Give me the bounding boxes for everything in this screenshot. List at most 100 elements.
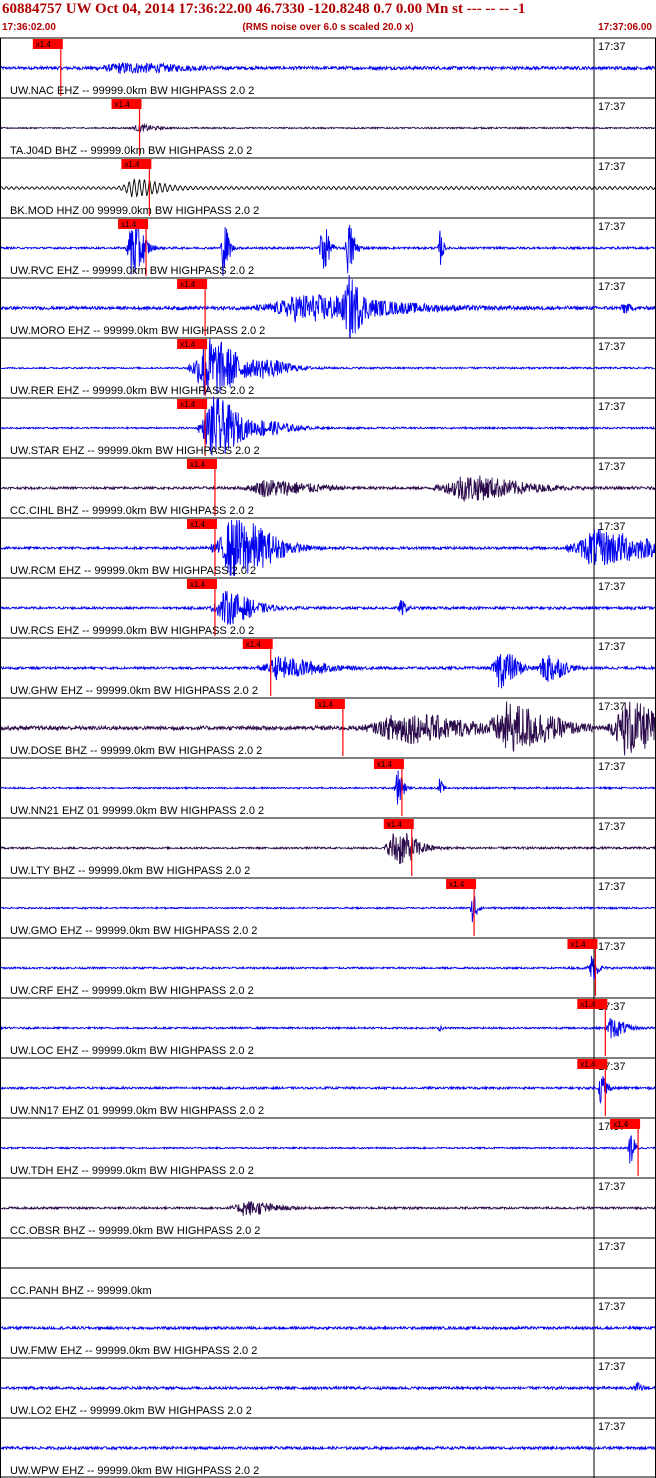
minute-tick-label: 17:37	[598, 521, 626, 533]
waveform	[0, 1018, 656, 1039]
trace-row: 17:37 x1.4 UW.CRF EHZ -- 99999.0km BW HIGH…	[0, 937, 656, 998]
waveform	[0, 177, 656, 199]
seismogram-plot: 17:37 x1.4 UW.NAC EHZ -- 99999.0km BW HIGH…	[0, 37, 656, 1478]
pick-label: x1.4	[387, 820, 403, 829]
trace-row: 17:37 x1.4 UW.RVC EHZ -- 99999.0km BW HIGH…	[0, 217, 656, 278]
trace-row: 17:37 x1.4 UW.NAC EHZ -- 99999.0km BW HIGH…	[0, 37, 656, 98]
trace-row: 17:37 x1.4 UW.LTY BHZ -- 99999.0km BW HIGH…	[0, 817, 656, 878]
pick-label: x1.4	[180, 400, 196, 409]
waveform	[0, 1381, 656, 1391]
pick-label: x1.4	[190, 580, 206, 589]
minute-tick-label: 17:37	[598, 341, 626, 353]
station-label: UW.RVC EHZ -- 99999.0km BW HIGHPASS 2.0 …	[10, 265, 254, 277]
minute-tick-label: 17:37	[598, 1301, 626, 1313]
station-label: CC.CIHL BHZ -- 99999.0km BW HIGHPASS 2.0…	[10, 505, 254, 517]
pick-label: x1.4	[180, 280, 196, 289]
trace-row: 17:37 UW.FMW EHZ -- 99999.0km BW HIGHPASS…	[0, 1297, 656, 1358]
trace-row: 17:37 x1.4 UW.RCS EHZ -- 99999.0km BW HIGH…	[0, 577, 656, 638]
trace-row: 17:37 x1.4 UW.MORO EHZ -- 99999.0km BW HIG…	[0, 274, 656, 339]
pick-label: x1.4	[377, 760, 393, 769]
minute-tick-label: 17:37	[598, 161, 626, 173]
pick-label: x1.4	[121, 220, 137, 229]
station-label: UW.NN21 EHZ 01 99999.0km BW HIGHPASS 2.0…	[10, 805, 264, 817]
minute-tick-label: 17:37	[598, 41, 626, 53]
minute-tick-label: 17:37	[598, 701, 626, 713]
trace-row: 17:37 CC.PANH BHZ -- 99999.0km	[0, 1237, 656, 1298]
trace-row: 17:37 CC.OBSR BHZ -- 99999.0km BW HIGHPAS…	[0, 1177, 656, 1238]
trace-row: 17:37 x1.4 UW.GHW EHZ -- 99999.0km BW HIGH…	[0, 637, 656, 698]
station-label: UW.MORO EHZ -- 99999.0km BW HIGHPASS 2.0…	[10, 325, 265, 337]
pick-label: x1.4	[570, 940, 586, 949]
station-label: UW.TDH EHZ -- 99999.0km BW HIGHPASS 2.0 …	[10, 1165, 254, 1177]
minute-tick-label: 17:37	[598, 401, 626, 413]
station-label: UW.WPW EHZ -- 99999.0km BW HIGHPASS 2.0 …	[10, 1465, 259, 1477]
station-label: UW.CRF EHZ -- 99999.0km BW HIGHPASS 2.0 …	[10, 985, 254, 997]
trace-row: 17:37 UW.WPW EHZ -- 99999.0km BW HIGHPASS…	[0, 1417, 656, 1478]
minute-tick-label: 17:37	[598, 761, 626, 773]
trace-row: 17:37x1.4UW.TDH EHZ -- 99999.0km BW HIGH…	[0, 1117, 656, 1178]
trace-row: 17:37 x1.4 UW.RCM EHZ -- 99999.0km BW HIGH…	[0, 517, 656, 578]
minute-tick-label: 17:37	[598, 941, 626, 953]
waveform	[0, 770, 656, 805]
station-label: UW.GHW EHZ -- 99999.0km BW HIGHPASS 2.0 …	[10, 685, 258, 697]
minute-tick-label: 17:37	[598, 221, 626, 233]
pick-label: x1.4	[180, 340, 196, 349]
station-label: CC.OBSR BHZ -- 99999.0km BW HIGHPASS 2.0…	[10, 1225, 260, 1237]
pick-label: x1.4	[580, 1000, 596, 1009]
minute-tick-label: 17:37	[598, 101, 626, 113]
waveform	[0, 955, 656, 980]
trace-row: 17:37 x1.4 UW.GMO EHZ -- 99999.0km BW HIGH…	[0, 877, 656, 938]
waveform	[0, 590, 656, 626]
station-label: UW.LO2 EHZ -- 99999.0km BW HIGHPASS 2.0 …	[10, 1405, 252, 1417]
minute-tick-label: 17:37	[598, 281, 626, 293]
minute-tick-label: 17:37	[598, 881, 626, 893]
station-label: UW.STAR EHZ -- 99999.0km BW HIGHPASS 2.0…	[10, 445, 260, 457]
minute-tick-label: 17:37	[598, 1181, 626, 1193]
station-label: UW.LTY BHZ -- 99999.0km BW HIGHPASS 2.0 …	[10, 865, 250, 877]
waveform	[0, 475, 656, 502]
station-label: TA.J04D BHZ -- 99999.0km BW HIGHPASS 2.0…	[10, 145, 252, 157]
pick-label: x1.4	[115, 100, 131, 109]
waveform	[0, 895, 656, 923]
minute-tick-label: 17:37	[598, 461, 626, 473]
station-label: UW.NAC EHZ -- 99999.0km BW HIGHPASS 2.0 …	[10, 85, 254, 97]
station-label: UW.RER EHZ -- 99999.0km BW HIGHPASS 2.0 …	[10, 385, 254, 397]
pick-label: x1.4	[190, 520, 206, 529]
waveform	[0, 1324, 656, 1332]
pick-label: x1.4	[190, 460, 206, 469]
pick-label: x1.4	[580, 1060, 596, 1069]
waveform	[0, 1200, 656, 1216]
station-label: CC.PANH BHZ -- 99999.0km	[10, 1285, 152, 1297]
trace-row: 17:37 x1.4 UW.DOSE BHZ -- 99999.0km BW HIG…	[0, 697, 656, 758]
trace-row: 17:37 x1.4 UW.RER EHZ -- 99999.0km BW HIGH…	[0, 337, 656, 398]
station-label: UW.RCS EHZ -- 99999.0km BW HIGHPASS 2.0 …	[10, 625, 254, 637]
station-label: UW.GMO EHZ -- 99999.0km BW HIGHPASS 2.0 …	[10, 925, 257, 937]
pick-label: x1.4	[36, 40, 52, 49]
pick-label: x1.4	[246, 640, 262, 649]
minute-tick-label: 17:37	[598, 821, 626, 833]
station-label: UW.DOSE BHZ -- 99999.0km BW HIGHPASS 2.0…	[10, 745, 262, 757]
minute-tick-label: 17:37	[598, 1361, 626, 1373]
station-label: UW.LOC EHZ -- 99999.0km BW HIGHPASS 2.0 …	[10, 1045, 254, 1057]
trace-row: 17:37 x1.4 UW.NN21 EHZ 01 99999.0km BW HIG…	[0, 757, 656, 818]
trace-row: 17:37 x1.4 CC.CIHL BHZ -- 99999.0km BW HIG…	[0, 457, 656, 518]
trace-row: 17:37 x1.4 UW.STAR EHZ -- 99999.0km BW HIG…	[0, 396, 656, 458]
minute-tick-label: 17:37	[598, 641, 626, 653]
minute-tick-label: 17:37	[598, 1421, 626, 1433]
trace-row: 17:37x1.4UW.LOC EHZ -- 99999.0km BW HIGH…	[0, 997, 656, 1058]
pick-label: x1.4	[449, 880, 465, 889]
waveform	[0, 1135, 656, 1164]
waveform	[0, 1075, 656, 1105]
waveform	[0, 653, 656, 689]
trace-row: 17:37 x1.4 BK.MOD HHZ 00 99999.0km BW HIGH…	[0, 157, 656, 218]
minute-tick-label: 17:37	[598, 581, 626, 593]
trace-row: 17:37 UW.LO2 EHZ -- 99999.0km BW HIGHPASS…	[0, 1357, 656, 1418]
pick-label: x1.4	[124, 160, 140, 169]
waveform	[0, 1444, 656, 1452]
station-label: UW.FMW EHZ -- 99999.0km BW HIGHPASS 2.0 …	[10, 1345, 257, 1357]
waveform	[0, 61, 656, 75]
pick-label: x1.4	[318, 700, 334, 709]
station-label: BK.MOD HHZ 00 99999.0km BW HIGHPASS 2.0 …	[10, 205, 259, 217]
station-label: UW.NN17 EHZ 01 99999.0km BW HIGHPASS 2.0…	[10, 1105, 264, 1117]
minute-tick-label: 17:37	[598, 1241, 626, 1253]
